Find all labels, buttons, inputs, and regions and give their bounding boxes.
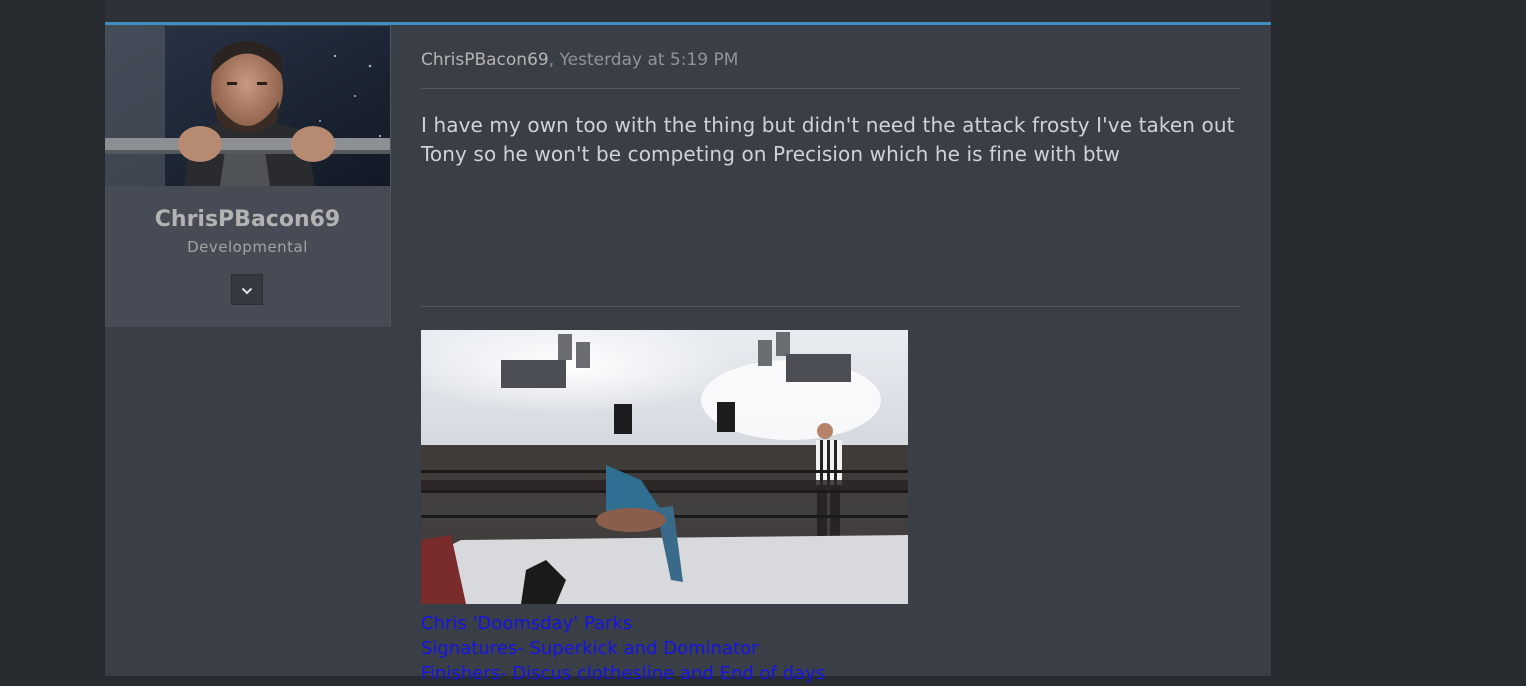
signature-line[interactable]: Signatures- Superkick and Dominator — [421, 636, 825, 661]
post-header: ChrisPBacon69, Yesterday at 5:19 PM — [421, 50, 738, 70]
signature-line[interactable]: Finishers- Discus clothesline and End of… — [421, 661, 825, 686]
header-separator: , — [548, 50, 560, 70]
avatar[interactable] — [105, 26, 390, 186]
user-sidebar: ChrisPBacon69 Developmental — [105, 25, 391, 327]
expand-user-info-button[interactable] — [231, 274, 263, 305]
signature-image — [421, 330, 908, 604]
signature-text: Chris 'Doomsday' Parks Signatures- Super… — [421, 611, 825, 686]
signature-divider — [421, 306, 1241, 307]
previous-post-edge — [105, 0, 1271, 22]
header-divider — [421, 88, 1241, 89]
post-message: I have my own too with the thing but did… — [421, 113, 1235, 166]
forum-post: ChrisPBacon69 Developmental ChrisPBacon6… — [105, 22, 1271, 684]
post-author-link[interactable]: ChrisPBacon69 — [421, 50, 549, 70]
username[interactable]: ChrisPBacon69 — [105, 207, 390, 232]
post-timestamp[interactable]: Yesterday at 5:19 PM — [560, 50, 739, 70]
signature-line[interactable]: Chris 'Doomsday' Parks — [421, 611, 825, 636]
user-title: Developmental — [187, 238, 308, 256]
chevron-down-icon — [241, 280, 253, 299]
